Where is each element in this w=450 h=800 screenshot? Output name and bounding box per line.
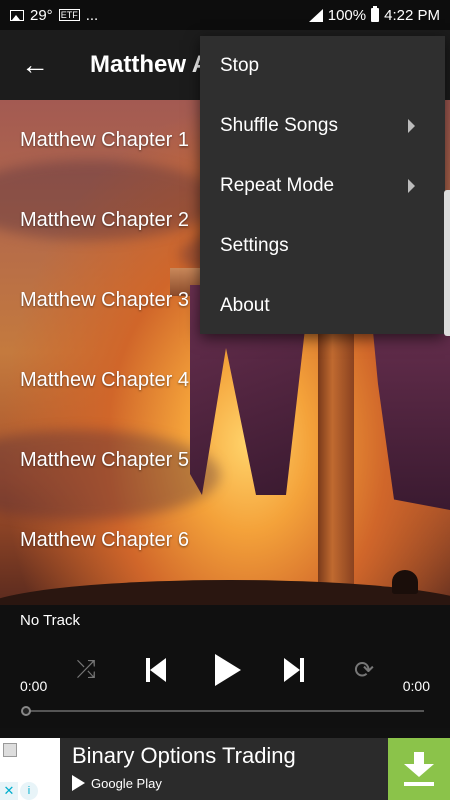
play-button[interactable] <box>206 645 250 695</box>
ad-banner[interactable]: ✕ i Binary Options Trading Google Play <box>0 738 450 800</box>
back-button[interactable]: ← <box>0 30 70 100</box>
menu-item-label: About <box>220 295 270 316</box>
google-play-icon <box>72 775 85 791</box>
menu-item-repeat-mode[interactable]: Repeat Mode <box>200 156 445 216</box>
status-bar: 29° ETF ... 100% 4:22 PM <box>0 0 450 30</box>
battery-percent: 100% <box>327 6 367 24</box>
song-item[interactable]: Matthew Chapter 6 <box>0 500 450 580</box>
skip-previous-icon <box>146 658 166 682</box>
sim-icon: ETF <box>58 9 80 21</box>
edge-scroll-handle[interactable] <box>444 190 450 336</box>
image-notification-icon <box>10 9 24 21</box>
arrow-back-icon: ← <box>21 49 49 80</box>
shuffle-icon: ⤮ <box>76 656 96 683</box>
song-item[interactable]: Matthew Chapter 5 <box>0 420 450 500</box>
menu-item-shuffle-songs[interactable]: Shuffle Songs <box>200 96 445 156</box>
menu-item-settings[interactable]: Settings <box>200 216 445 276</box>
menu-item-label: Shuffle Songs <box>220 115 338 136</box>
repeat-icon: ⟳ <box>353 656 375 684</box>
ad-store-label: Google Play <box>91 775 162 791</box>
hill <box>0 580 450 605</box>
player-panel: No Track ⤮ ⟳ 0:00 0:00 <box>0 605 450 728</box>
menu-item-about[interactable]: About <box>200 276 445 336</box>
submenu-arrow-icon <box>408 119 415 133</box>
shuffle-button[interactable]: ⤮ <box>68 645 104 695</box>
ad-close-icon[interactable]: ✕ <box>0 782 18 800</box>
song-item[interactable]: Matthew Chapter 4 <box>0 340 450 420</box>
overflow-menu: Stop Shuffle Songs Repeat Mode Settings … <box>200 36 445 334</box>
temperature: 29° <box>30 6 53 24</box>
menu-item-label: Repeat Mode <box>220 175 335 196</box>
ad-download-button[interactable] <box>388 738 450 800</box>
more-notifications: ... <box>85 6 99 24</box>
total-time: 0:00 <box>402 678 430 694</box>
repeat-button[interactable]: ⟳ <box>346 645 382 695</box>
seek-thumb[interactable] <box>21 706 31 716</box>
play-icon <box>215 654 241 686</box>
menu-item-stop[interactable]: Stop <box>200 36 445 96</box>
elapsed-time: 0:00 <box>20 678 48 694</box>
player-controls: ⤮ ⟳ <box>0 645 450 695</box>
ad-store[interactable]: Google Play <box>72 775 162 791</box>
ad-title[interactable]: Binary Options Trading <box>72 743 296 769</box>
download-icon <box>404 752 434 786</box>
next-button[interactable] <box>276 645 312 695</box>
broken-image-icon <box>3 743 17 757</box>
menu-item-label: Stop <box>220 55 260 76</box>
skip-next-icon <box>284 658 304 682</box>
signal-icon <box>308 8 323 22</box>
battery-icon <box>371 6 380 22</box>
seek-bar[interactable] <box>26 710 424 712</box>
menu-item-label: Settings <box>220 235 289 256</box>
clock: 4:22 PM <box>384 6 440 24</box>
divider <box>0 728 450 738</box>
previous-button[interactable] <box>138 645 174 695</box>
ad-info-icon[interactable]: i <box>20 782 38 800</box>
now-playing-label: No Track <box>20 612 81 629</box>
submenu-arrow-icon <box>408 179 415 193</box>
